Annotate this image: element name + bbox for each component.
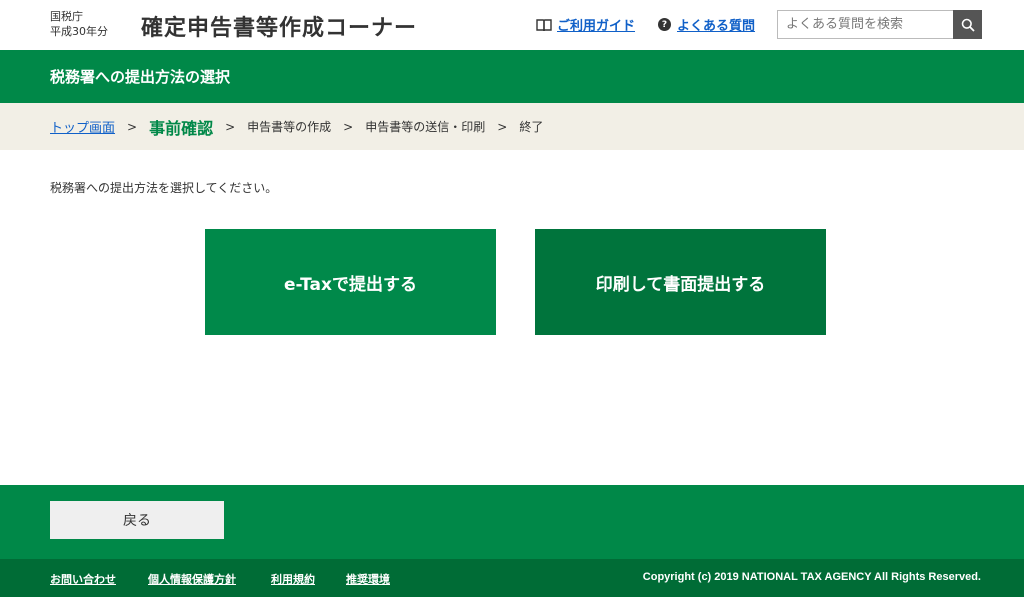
faq-link[interactable]: ? よくある質問	[658, 15, 755, 34]
instruction-text: 税務署への提出方法を選択してください。	[50, 181, 278, 195]
search-button[interactable]	[953, 10, 982, 39]
chevron-right-icon: >	[225, 119, 236, 134]
print-submit-button[interactable]: 印刷して書面提出する	[535, 229, 826, 335]
breadcrumb-step-finish: 終了	[519, 120, 544, 134]
chevron-right-icon: >	[343, 119, 354, 134]
breadcrumb-current-step: 事前確認	[149, 118, 214, 138]
breadcrumb: トップ画面 > 事前確認 > 申告書等の作成 > 申告書等の送信・印刷 > 終了	[0, 103, 1024, 150]
etax-submit-button[interactable]: e-Taxで提出する	[205, 229, 496, 335]
back-button[interactable]: 戻る	[50, 501, 224, 539]
faq-link-label[interactable]: よくある質問	[677, 15, 755, 34]
user-guide-link-label[interactable]: ご利用ガイド	[557, 15, 635, 34]
site-title: 確定申告書等作成コーナー	[141, 16, 418, 41]
breadcrumb-step-send-print: 申告書等の送信・印刷	[365, 120, 486, 134]
page-title-bar: 税務署への提出方法の選択	[0, 50, 1024, 103]
footer-link-terms[interactable]: 利用規約	[271, 571, 315, 587]
chevron-right-icon: >	[127, 119, 138, 134]
tax-year: 平成30年分	[50, 25, 108, 38]
footer-link-privacy[interactable]: 個人情報保護方針	[148, 571, 236, 587]
agency-name: 国税庁	[50, 10, 83, 23]
copyright-text: Copyright (c) 2019 NATIONAL TAX AGENCY A…	[642, 571, 981, 583]
chevron-right-icon: >	[497, 119, 508, 134]
faq-search-input[interactable]	[777, 10, 953, 39]
site-header: 国税庁 平成30年分 確定申告書等作成コーナー ご利用ガイド ? よくある質問	[0, 0, 1024, 50]
footer-actions: 戻る	[0, 485, 1024, 559]
breadcrumb-step-create: 申告書等の作成	[247, 120, 332, 134]
footer-link-contact[interactable]: お問い合わせ	[50, 571, 116, 587]
agency-label: 国税庁 平成30年分	[50, 9, 108, 39]
question-circle-icon: ?	[658, 18, 671, 31]
search-icon	[961, 18, 975, 32]
breadcrumb-top-link[interactable]: トップ画面	[50, 117, 115, 136]
book-icon	[536, 18, 552, 31]
site-footer: お問い合わせ 個人情報保護方針 利用規約 推奨環境 Copyright (c) …	[0, 559, 1024, 597]
user-guide-link[interactable]: ご利用ガイド	[536, 15, 635, 34]
footer-link-environment[interactable]: 推奨環境	[346, 571, 390, 587]
page-title: 税務署への提出方法の選択	[50, 68, 231, 86]
